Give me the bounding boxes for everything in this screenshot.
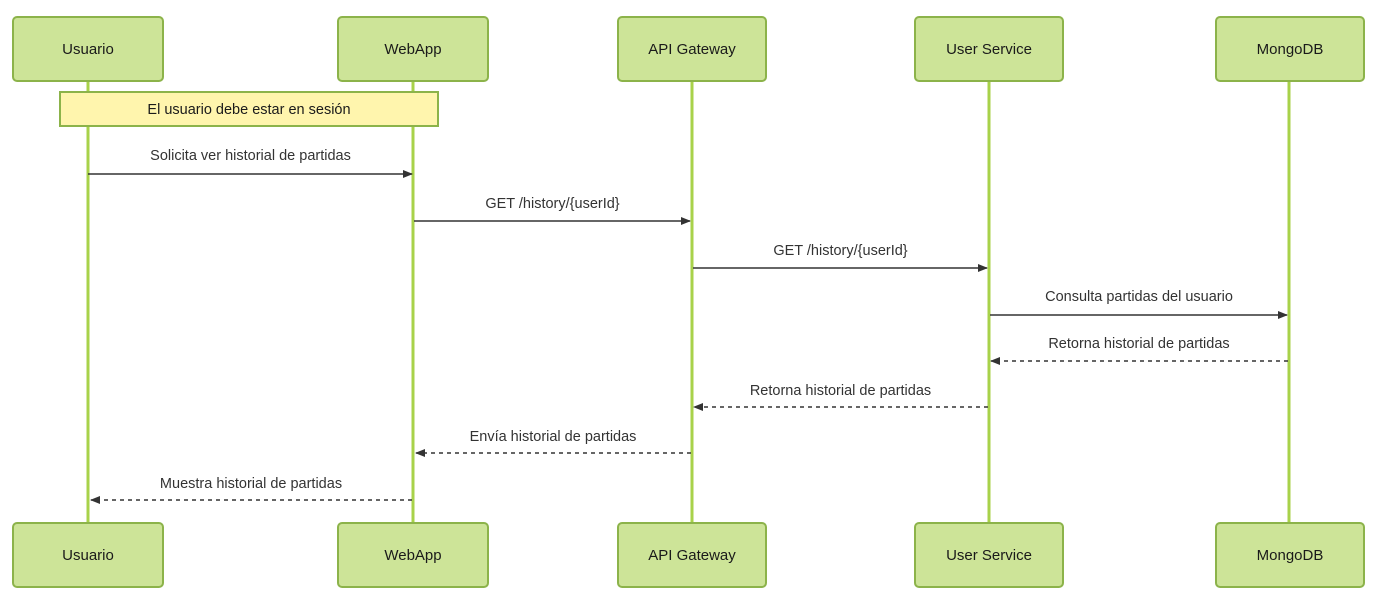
participant-webapp-top[interactable]: WebApp xyxy=(337,16,489,82)
message-label: GET /history/{userId} xyxy=(773,243,907,259)
participant-label: User Service xyxy=(946,41,1032,58)
participant-label: Usuario xyxy=(62,41,114,58)
participant-api_gateway-top[interactable]: API Gateway xyxy=(617,16,767,82)
message-label: Envía historial de partidas xyxy=(470,429,637,445)
sequence-diagram: Solicita ver historial de partidas GET /h… xyxy=(12,16,1365,588)
message-label: Retorna historial de partidas xyxy=(1048,336,1229,352)
note-session-required: El usuario debe estar en sesión xyxy=(59,91,439,127)
participant-label: WebApp xyxy=(384,41,441,58)
message-2: GET /history/{userId} xyxy=(414,196,691,225)
participant-usuario-bottom[interactable]: Usuario xyxy=(12,522,164,588)
message-1: Solicita ver historial de partidas xyxy=(88,148,413,178)
message-label: Solicita ver historial de partidas xyxy=(150,148,351,164)
note-label: El usuario debe estar en sesión xyxy=(147,102,350,118)
participant-label: MongoDB xyxy=(1257,41,1324,58)
participant-label: Usuario xyxy=(62,547,114,564)
message-4: Consulta partidas del usuario xyxy=(990,289,1288,319)
note-layer: El usuario debe estar en sesión xyxy=(59,91,439,127)
participant-mongodb-bottom[interactable]: MongoDB xyxy=(1215,522,1365,588)
participant-user_service-bottom[interactable]: User Service xyxy=(914,522,1064,588)
sequence-diagram-canvas: Solicita ver historial de partidas GET /h… xyxy=(0,0,1383,612)
participant-label: API Gateway xyxy=(648,547,736,564)
participant-usuario-top[interactable]: Usuario xyxy=(12,16,164,82)
message-label: Consulta partidas del usuario xyxy=(1045,289,1233,305)
message-label: Muestra historial de partidas xyxy=(160,476,342,492)
message-3: GET /history/{userId} xyxy=(693,243,988,272)
participant-mongodb-top[interactable]: MongoDB xyxy=(1215,16,1365,82)
message-7: Envía historial de partidas xyxy=(415,429,691,457)
participant-label: User Service xyxy=(946,547,1032,564)
participant-label: MongoDB xyxy=(1257,547,1324,564)
participant-api_gateway-bottom[interactable]: API Gateway xyxy=(617,522,767,588)
message-5: Retorna historial de partidas xyxy=(990,336,1288,365)
message-label: GET /history/{userId} xyxy=(485,196,619,212)
message-8: Muestra historial de partidas xyxy=(90,476,412,504)
participant-webapp-bottom[interactable]: WebApp xyxy=(337,522,489,588)
participant-label: WebApp xyxy=(384,547,441,564)
participant-label: API Gateway xyxy=(648,41,736,58)
participant-user_service-top[interactable]: User Service xyxy=(914,16,1064,82)
message-label: Retorna historial de partidas xyxy=(750,383,931,399)
messages-layer: Solicita ver historial de partidas GET /h… xyxy=(88,148,1288,504)
message-6: Retorna historial de partidas xyxy=(693,383,988,411)
